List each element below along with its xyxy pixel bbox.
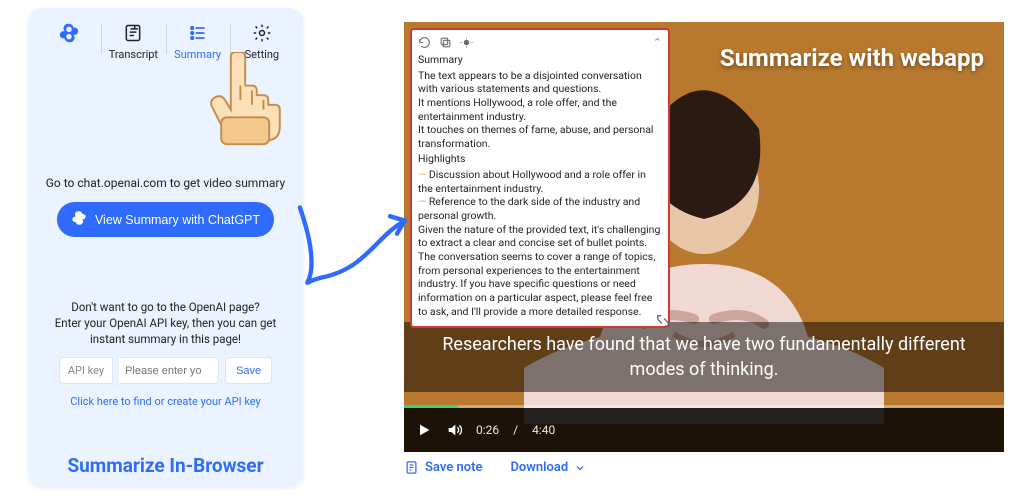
pointing-hand-icon [202, 52, 298, 148]
chevron-down-icon [574, 462, 586, 474]
tab-logo[interactable] [40, 20, 98, 46]
summary-list-icon [185, 20, 211, 46]
copy-icon[interactable] [439, 36, 452, 49]
bullet-text: Discussion about Hollywood and a role of… [418, 168, 646, 195]
openai-mini-icon[interactable] [460, 36, 473, 49]
api-key-area: Don't want to go to the OpenAI page? Ent… [40, 299, 291, 409]
summary-heading: Summary [418, 53, 662, 67]
time-separator: / [513, 423, 518, 437]
time-current: 0:26 [476, 423, 499, 437]
openai-small-icon [71, 210, 87, 229]
view-summary-button[interactable]: View Summary with ChatGPT [57, 202, 274, 237]
curved-arrow-icon [278, 190, 418, 310]
tab-separator [166, 24, 167, 54]
summary-bullet: — Reference to the dark side of the indu… [418, 195, 662, 222]
play-icon[interactable] [416, 422, 432, 438]
tab-transcript[interactable]: Transcript [104, 20, 162, 61]
download-link[interactable]: Download [510, 460, 586, 475]
save-note-link[interactable]: Save note [404, 460, 482, 475]
time-total: 4:40 [532, 423, 555, 437]
volume-icon[interactable] [446, 422, 462, 438]
collapse-icon[interactable]: ⌃ [653, 36, 662, 50]
tab-separator [230, 24, 231, 54]
mid-instruction: Go to chat.openai.com to get video summa… [40, 176, 291, 190]
summary-card-toolbar: ⌃ [418, 36, 662, 49]
summary-line: It touches on themes of fame, abuse, and… [418, 123, 662, 150]
tab-label: Transcript [109, 48, 158, 61]
video-controls: 0:26 / 4:40 [404, 408, 1004, 452]
link-label: Save note [425, 460, 482, 475]
transcript-icon [120, 20, 146, 46]
video-overlay-title: Summarize with webapp [720, 44, 984, 72]
left-footer-title: Summarize In-Browser [28, 454, 303, 477]
summary-line: The text appears to be a disjointed conv… [418, 69, 662, 96]
api-key-label: API key [59, 357, 113, 384]
button-label: View Summary with ChatGPT [95, 213, 260, 227]
gear-icon [249, 20, 275, 46]
api-instruction: Don't want to go to the OpenAI page? Ent… [40, 299, 291, 357]
api-key-input[interactable] [119, 357, 219, 384]
find-api-key-link[interactable]: Click here to find or create your API ke… [70, 395, 261, 408]
summary-line: It mentions Hollywood, a role offer, and… [418, 96, 662, 123]
openai-logo-icon [56, 20, 82, 46]
highlights-heading: Highlights [418, 152, 662, 166]
bullet-text: Reference to the dark side of the indust… [418, 195, 640, 222]
below-video-links: Save note Download [404, 460, 586, 475]
tab-separator [101, 24, 102, 54]
save-api-button[interactable]: Save [225, 357, 272, 384]
expand-icon[interactable] [654, 312, 672, 330]
link-label: Download [510, 460, 568, 475]
api-row: API key Save [40, 357, 291, 384]
note-icon [404, 460, 419, 475]
mid-area: Go to chat.openai.com to get video summa… [40, 176, 291, 237]
refresh-icon[interactable] [418, 36, 431, 49]
video-player: Summarize with webapp ⌃ Summary The text… [404, 22, 1004, 452]
video-caption: Researchers have found that we have two … [404, 322, 1004, 392]
summary-overlay-card: ⌃ Summary The text appears to be a disjo… [410, 28, 670, 328]
summary-closing: Given the nature of the provided text, i… [418, 223, 662, 318]
summary-bullet: — Discussion about Hollywood and a role … [418, 168, 662, 195]
